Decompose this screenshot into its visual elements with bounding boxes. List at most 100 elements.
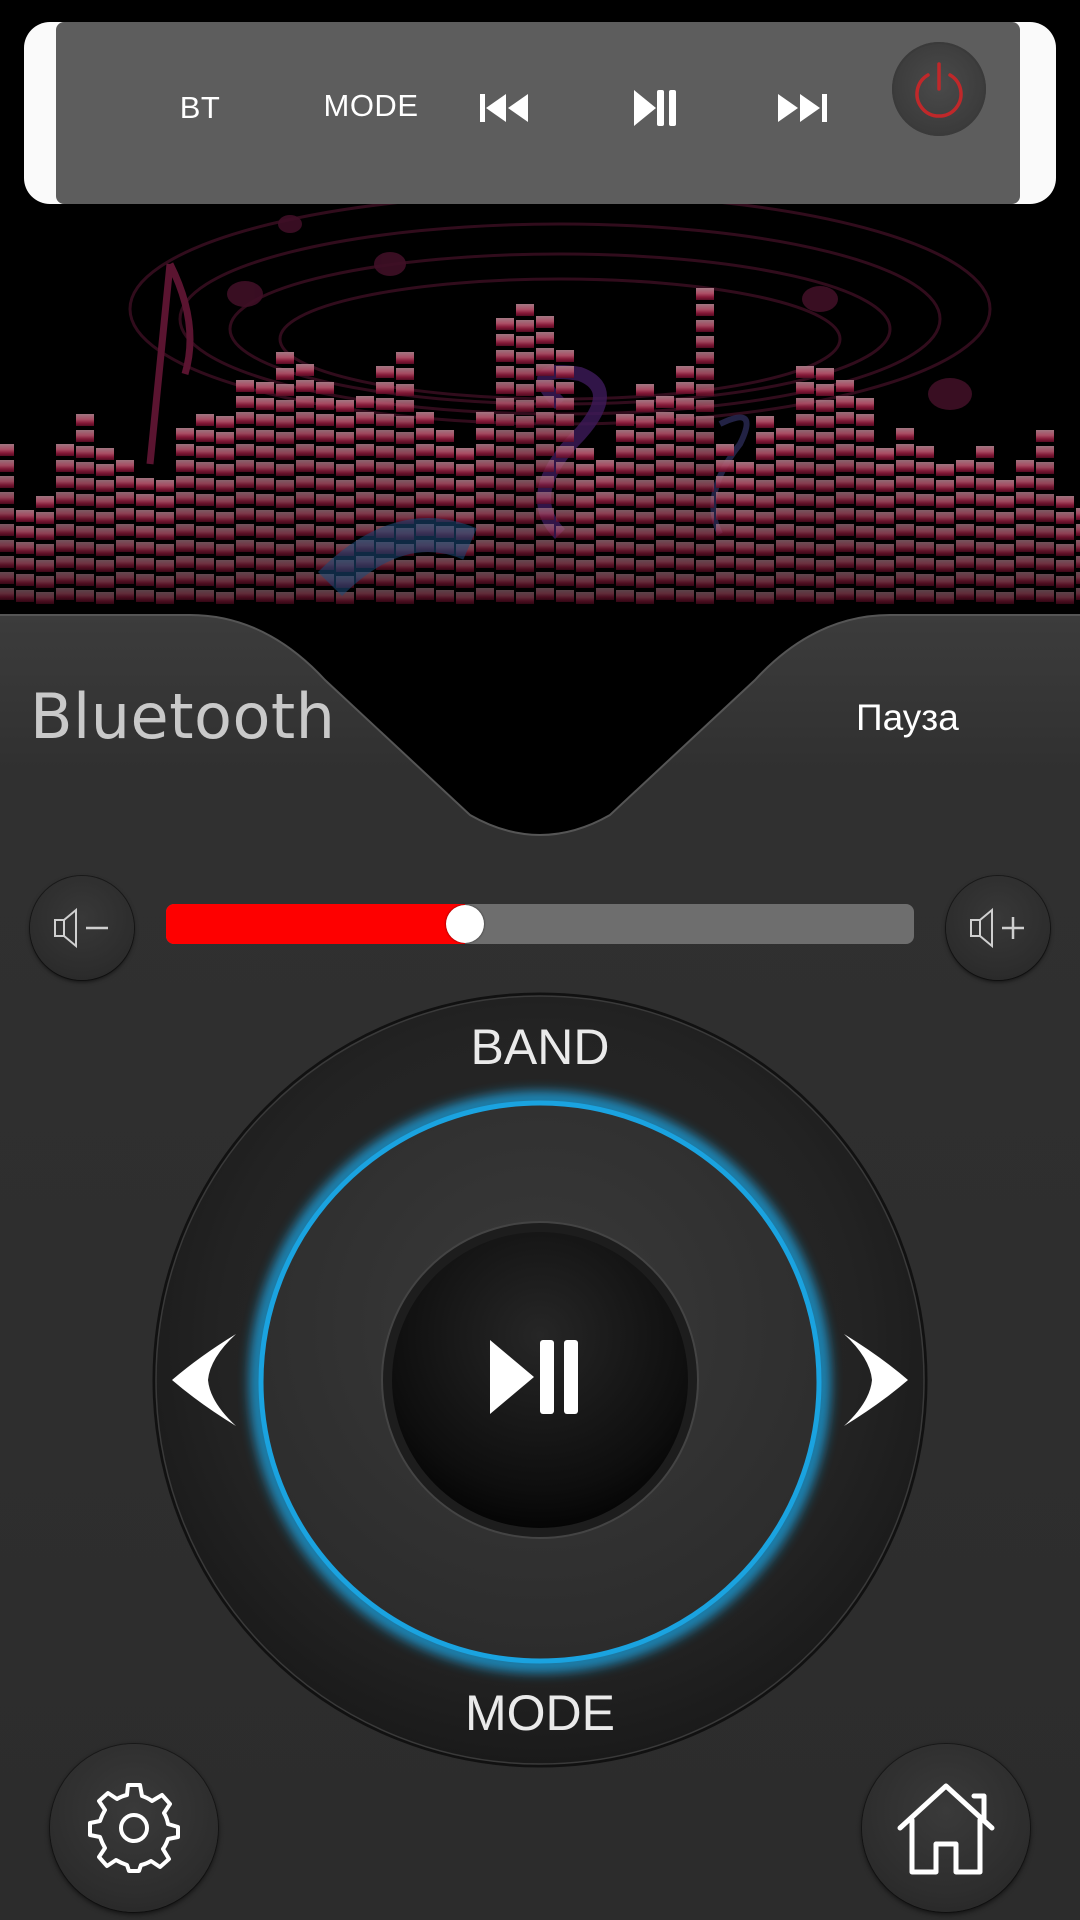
equalizer-cell	[116, 492, 134, 504]
bt-button[interactable]: BT	[140, 38, 260, 178]
equalizer-cell	[436, 446, 454, 458]
settings-gear-icon	[88, 1783, 180, 1873]
equalizer-cell	[396, 352, 414, 364]
equalizer-cell	[716, 524, 734, 536]
equalizer-cell	[296, 460, 314, 472]
equalizer-cell	[816, 368, 834, 380]
equalizer-cell	[16, 542, 34, 554]
equalizer-cell	[296, 428, 314, 440]
equalizer-cell	[0, 524, 14, 536]
equalizer-cell	[56, 540, 74, 552]
equalizer-cell	[316, 382, 334, 394]
equalizer-cell	[776, 540, 794, 552]
equalizer-cell	[56, 572, 74, 584]
equalizer-cell	[456, 576, 474, 588]
equalizer-cell	[236, 428, 254, 440]
equalizer-cell	[536, 476, 554, 488]
equalizer-cell	[896, 524, 914, 536]
equalizer-cell	[1036, 430, 1054, 442]
equalizer-cell	[776, 444, 794, 456]
equalizer-cell	[556, 382, 574, 394]
equalizer-cell	[936, 496, 954, 508]
equalizer-cell	[896, 508, 914, 520]
equalizer-cell	[576, 464, 594, 476]
home-button[interactable]	[862, 1744, 1030, 1912]
equalizer-cell	[516, 464, 534, 476]
dial-play-pause-button[interactable]	[384, 1220, 696, 1532]
equalizer-cell	[236, 380, 254, 392]
volume-slider-thumb[interactable]	[446, 905, 485, 943]
settings-button[interactable]	[50, 1744, 218, 1912]
equalizer-cell	[896, 460, 914, 472]
equalizer-cell	[376, 398, 394, 410]
equalizer-cell	[156, 480, 174, 492]
next-band-button[interactable]	[838, 1332, 910, 1432]
equalizer-cell	[736, 526, 754, 538]
equalizer-cell	[536, 380, 554, 392]
equalizer-cell	[776, 492, 794, 504]
equalizer-cell	[936, 560, 954, 572]
equalizer-cell	[596, 476, 614, 488]
equalizer-cell	[796, 462, 814, 474]
equalizer-cell	[556, 478, 574, 490]
equalizer-cell	[676, 574, 694, 586]
equalizer-cell	[236, 540, 254, 552]
equalizer-cell	[836, 572, 854, 584]
equalizer-cell	[816, 400, 834, 412]
equalizer-cell	[236, 460, 254, 472]
equalizer-cell	[196, 526, 214, 538]
equalizer-cell	[216, 464, 234, 476]
equalizer-cell	[356, 396, 374, 408]
equalizer-cell	[116, 476, 134, 488]
equalizer-cell	[316, 526, 334, 538]
volume-slider[interactable]	[166, 904, 914, 944]
equalizer-cell	[516, 352, 534, 364]
equalizer-cell	[396, 576, 414, 588]
previous-track-button[interactable]	[466, 38, 546, 178]
equalizer-cell	[216, 528, 234, 540]
equalizer-cell	[176, 444, 194, 456]
equalizer-cell	[476, 508, 494, 520]
equalizer-cell	[516, 496, 534, 508]
equalizer-cell	[956, 572, 974, 584]
equalizer-cell	[676, 542, 694, 554]
equalizer-cell	[256, 574, 274, 586]
equalizer-cell	[316, 542, 334, 554]
equalizer-cell	[436, 430, 454, 442]
equalizer-cell	[356, 508, 374, 520]
equalizer-cell	[616, 542, 634, 554]
equalizer-cell	[356, 460, 374, 472]
mode-button[interactable]: MODE	[296, 36, 446, 176]
equalizer-cell	[916, 510, 934, 522]
power-button[interactable]	[892, 42, 986, 136]
equalizer-cell	[916, 526, 934, 538]
equalizer-cell	[136, 510, 154, 522]
volume-up-button[interactable]	[946, 876, 1050, 980]
play-pause-button[interactable]	[616, 38, 696, 178]
volume-down-icon	[54, 907, 108, 949]
dial-mode-button[interactable]: MODE	[0, 1684, 1080, 1742]
equalizer-cell	[756, 432, 774, 444]
equalizer-cell	[656, 556, 674, 568]
equalizer-cell	[36, 512, 54, 524]
equalizer-cell	[976, 558, 994, 570]
next-track-button[interactable]	[762, 38, 842, 178]
equalizer-cell	[836, 444, 854, 456]
equalizer-cell	[856, 510, 874, 522]
equalizer-cell	[96, 544, 114, 556]
previous-band-button[interactable]	[170, 1332, 242, 1432]
equalizer-cell	[816, 448, 834, 460]
equalizer-cell	[356, 428, 374, 440]
equalizer-cell	[1016, 572, 1034, 584]
volume-down-button[interactable]	[30, 876, 134, 980]
equalizer-cell	[1016, 460, 1034, 472]
equalizer-cell	[896, 492, 914, 504]
equalizer-cell	[296, 396, 314, 408]
equalizer-cell	[136, 478, 154, 490]
skip-previous-icon	[480, 94, 528, 122]
equalizer-cell	[316, 398, 334, 410]
equalizer-cell	[176, 524, 194, 536]
band-button[interactable]: BAND	[0, 1018, 1080, 1076]
playback-status-label: Пауза	[856, 697, 959, 738]
equalizer-cell	[556, 414, 574, 426]
